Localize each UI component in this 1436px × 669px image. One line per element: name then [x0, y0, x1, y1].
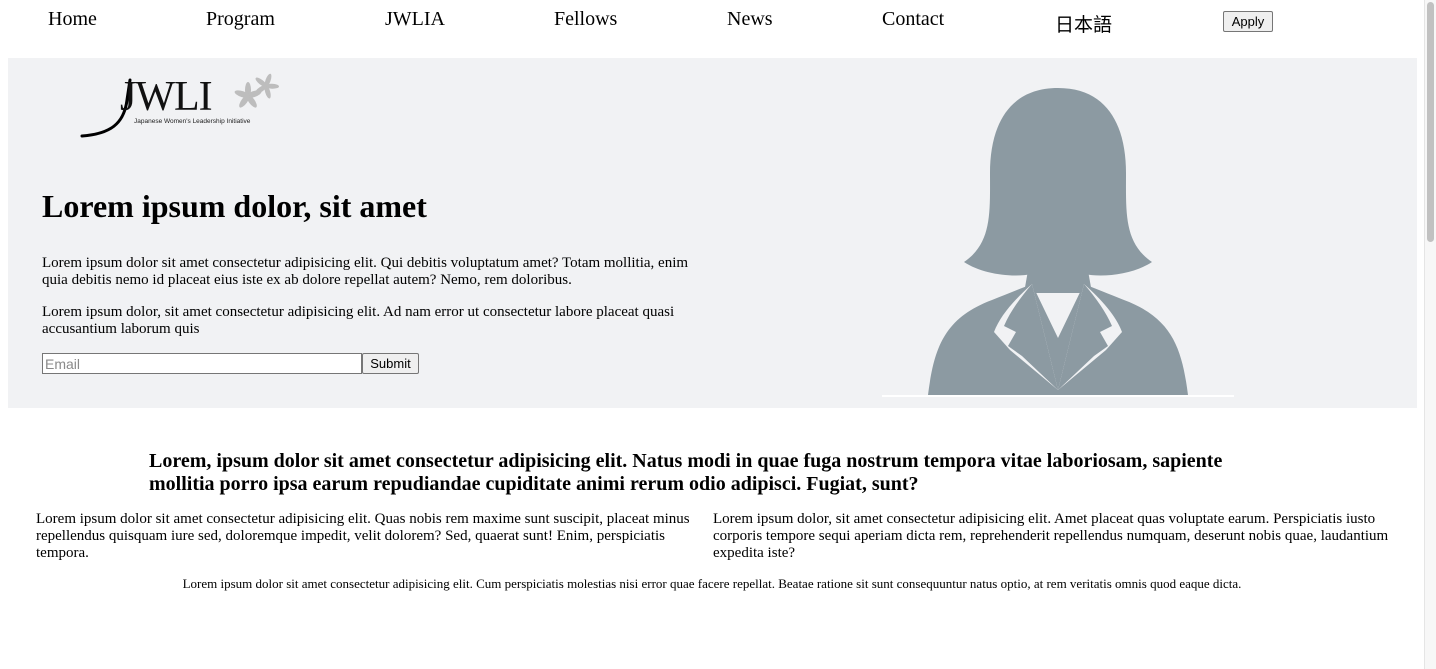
- sakura-leaf-icon: [234, 73, 279, 108]
- hero-paragraph-1: Lorem ipsum dolor sit amet consectetur a…: [42, 255, 689, 288]
- email-input[interactable]: [42, 353, 362, 374]
- logo-wordmark: JWLI: [120, 74, 212, 120]
- apply-button[interactable]: Apply: [1223, 11, 1273, 32]
- scrollbar-thumb[interactable]: [1427, 2, 1434, 242]
- hero-title: Lorem ipsum dolor, sit amet: [42, 188, 427, 224]
- vertical-scrollbar[interactable]: [1424, 0, 1436, 669]
- nav-link-jwlia[interactable]: JWLIA: [385, 8, 445, 31]
- hero-section: JWLI Japanese Women's Leadership Initiat…: [8, 58, 1417, 408]
- column-right-text: Lorem ipsum dolor, sit amet consectetur …: [713, 511, 1389, 561]
- nav-link-fellows[interactable]: Fellows: [554, 8, 617, 31]
- nav-link-japanese[interactable]: 日本語: [1055, 10, 1112, 37]
- hero-paragraph-2: Lorem ipsum dolor, sit amet consectetur …: [42, 304, 675, 337]
- nav-link-contact[interactable]: Contact: [882, 8, 944, 31]
- nav-link-news[interactable]: News: [727, 8, 773, 31]
- person-silhouette-icon: [882, 88, 1234, 397]
- top-navigation: Home Program JWLIA Fellows News Contact …: [0, 0, 1424, 46]
- nav-link-home[interactable]: Home: [48, 8, 97, 31]
- column-left-text: Lorem ipsum dolor sit amet consectetur a…: [36, 511, 690, 561]
- logo-subtitle: Japanese Women's Leadership Initiative: [134, 118, 251, 125]
- footer-text: Lorem ipsum dolor sit amet consectetur a…: [182, 576, 1242, 591]
- section-title: Lorem, ipsum dolor sit amet consectetur …: [149, 450, 1223, 495]
- submit-button[interactable]: Submit: [362, 353, 419, 374]
- nav-link-program[interactable]: Program: [206, 8, 275, 31]
- jwli-logo: JWLI Japanese Women's Leadership Initiat…: [80, 73, 279, 138]
